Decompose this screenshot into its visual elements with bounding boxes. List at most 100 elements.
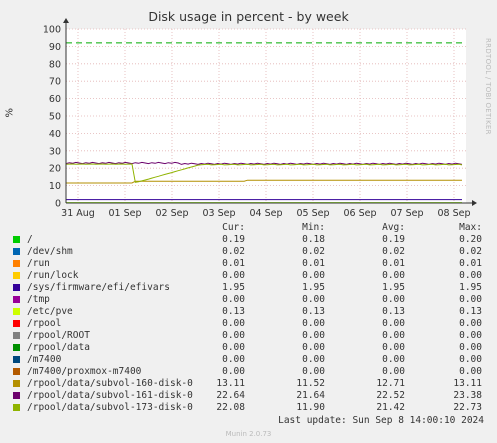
legend-swatch: [13, 380, 20, 387]
legend-avg-value: 21.42: [376, 402, 405, 413]
legend-row: /run/lock 0.00 0.00 0.00 0.00: [0, 270, 497, 282]
y-tick-label: 100: [43, 25, 61, 36]
legend-min-value: 11.52: [296, 378, 325, 389]
legend-cur-value: 0.02: [222, 246, 245, 257]
legend-swatch: [13, 236, 20, 243]
x-tick-label: 01 Sep: [108, 208, 141, 219]
legend-swatch: [13, 356, 20, 363]
legend-row: /rpool/ROOT 0.00 0.00 0.00 0.00: [0, 330, 497, 342]
x-tick-label: 05 Sep: [296, 208, 329, 219]
x-tick-label: 02 Sep: [155, 208, 188, 219]
y-tick-label: 40: [49, 129, 61, 140]
legend-max-value: 0.01: [459, 258, 482, 269]
legend-avg-value: 0.00: [382, 270, 405, 281]
x-tick-label: 03 Sep: [202, 208, 235, 219]
legend-max-value: 0.00: [459, 270, 482, 281]
legend-max-value: 0.00: [459, 330, 482, 341]
legend-avg-value: 0.19: [382, 234, 405, 245]
legend-min-value: 0.00: [302, 354, 325, 365]
legend-avg-value: 0.00: [382, 294, 405, 305]
legend-row: /rpool/data/subvol-161-disk-0 22.64 21.64 2…: [0, 390, 497, 402]
last-update-text: Last update: Sun Sep 8 14:00:10 2024: [278, 415, 484, 426]
legend-avg-value: 0.00: [382, 354, 405, 365]
legend-max-value: 0.00: [459, 366, 482, 377]
legend-swatch: [13, 332, 20, 339]
legend-swatch: [13, 296, 20, 303]
legend-max-value: 0.00: [459, 354, 482, 365]
legend-header-row: Cur: Min: Avg: Max:: [0, 222, 497, 234]
legend-max-value: 0.00: [459, 294, 482, 305]
y-tick-label: 60: [49, 94, 61, 105]
legend-min-value: 0.02: [302, 246, 325, 257]
x-tick-label: 04 Sep: [249, 208, 282, 219]
legend-avg-value: 0.00: [382, 318, 405, 329]
legend-series-name: /sys/firmware/efi/efivars: [27, 282, 170, 293]
legend-row: /etc/pve 0.13 0.13 0.13 0.13: [0, 306, 497, 318]
legend-swatch: [13, 260, 20, 267]
y-tick-label: 80: [49, 59, 61, 70]
y-tick-label: 90: [49, 42, 61, 53]
legend-cur-value: 22.64: [216, 390, 245, 401]
legend-max-value: 0.00: [459, 342, 482, 353]
legend-min-value: 1.95: [302, 282, 325, 293]
legend-avg-value: 1.95: [382, 282, 405, 293]
legend-swatch: [13, 344, 20, 351]
legend-cur-value: 0.19: [222, 234, 245, 245]
legend-row: /rpool/data/subvol-173-disk-0 22.08 11.90 2…: [0, 402, 497, 414]
legend-min-value: 21.64: [296, 390, 325, 401]
legend-row: / 0.19 0.18 0.19 0.20: [0, 234, 497, 246]
legend-row: /rpool 0.00 0.00 0.00 0.00: [0, 318, 497, 330]
legend-row: /rpool/data 0.00 0.00 0.00 0.00: [0, 342, 497, 354]
x-axis-arrow: [472, 200, 477, 206]
legend-cur-value: 0.00: [222, 330, 245, 341]
legend-avg-value: 0.00: [382, 342, 405, 353]
legend-series-name: /rpool/data/subvol-160-disk-0: [27, 378, 193, 389]
legend-max-value: 0.13: [459, 306, 482, 317]
legend-avg-value: 0.02: [382, 246, 405, 257]
legend-min-value: 0.00: [302, 366, 325, 377]
legend-swatch: [13, 404, 20, 411]
legend-series-name: /etc/pve: [27, 306, 73, 317]
y-tick-label: 70: [49, 77, 61, 88]
legend-series-name: /rpool/data/subvol-161-disk-0: [27, 390, 193, 401]
legend-swatch: [13, 368, 20, 375]
legend-min-value: 0.13: [302, 306, 325, 317]
legend-max-value: 0.20: [459, 234, 482, 245]
legend-series-name: /rpool: [27, 318, 62, 329]
legend-cur-value: 0.13: [222, 306, 245, 317]
legend-avg-value: 0.13: [382, 306, 405, 317]
legend-series-name: /run/lock: [27, 270, 79, 281]
legend-swatch: [13, 320, 20, 327]
legend-min-value: 0.00: [302, 318, 325, 329]
x-tick-label: 07 Sep: [390, 208, 423, 219]
legend-avg-value: 0.00: [382, 330, 405, 341]
legend-max-value: 22.73: [453, 402, 482, 413]
legend-swatch: [13, 248, 20, 255]
y-tick-label: 50: [49, 112, 61, 123]
y-tick-label: 10: [49, 181, 61, 192]
legend-min-value: 0.00: [302, 342, 325, 353]
legend-column-header: Avg:: [382, 222, 405, 233]
legend-row: /dev/shm 0.02 0.02 0.02 0.02: [0, 246, 497, 258]
legend-min-value: 0.18: [302, 234, 325, 245]
x-tick-label: 31 Aug: [61, 208, 95, 219]
legend-row: /rpool/data/subvol-160-disk-0 13.11 11.52 1…: [0, 378, 497, 390]
legend-avg-value: 0.00: [382, 366, 405, 377]
legend-row: /m7400 0.00 0.00 0.00 0.00: [0, 354, 497, 366]
legend-series-name: /dev/shm: [27, 246, 73, 257]
legend-cur-value: 0.00: [222, 366, 245, 377]
legend-avg-value: 12.71: [376, 378, 405, 389]
legend-avg-value: 22.52: [376, 390, 405, 401]
legend-cur-value: 0.00: [222, 270, 245, 281]
legend-max-value: 13.11: [453, 378, 482, 389]
legend-swatch: [13, 392, 20, 399]
chart-plot-area: 0 10 20 30 40 50 60 70 80 90 100 31 Aug 01 Sep 02 Sep…: [43, 18, 477, 219]
legend-series-name: /rpool/ROOT: [27, 330, 90, 341]
legend-cur-value: 13.11: [216, 378, 245, 389]
legend-row: /m7400/proxmox-m7400 0.00 0.00 0.00 0.00: [0, 366, 497, 378]
legend-row: /tmp 0.00 0.00 0.00 0.00: [0, 294, 497, 306]
legend-min-value: 11.90: [296, 402, 325, 413]
legend-avg-value: 0.01: [382, 258, 405, 269]
x-tick-label: 06 Sep: [343, 208, 376, 219]
legend-max-value: 0.02: [459, 246, 482, 257]
